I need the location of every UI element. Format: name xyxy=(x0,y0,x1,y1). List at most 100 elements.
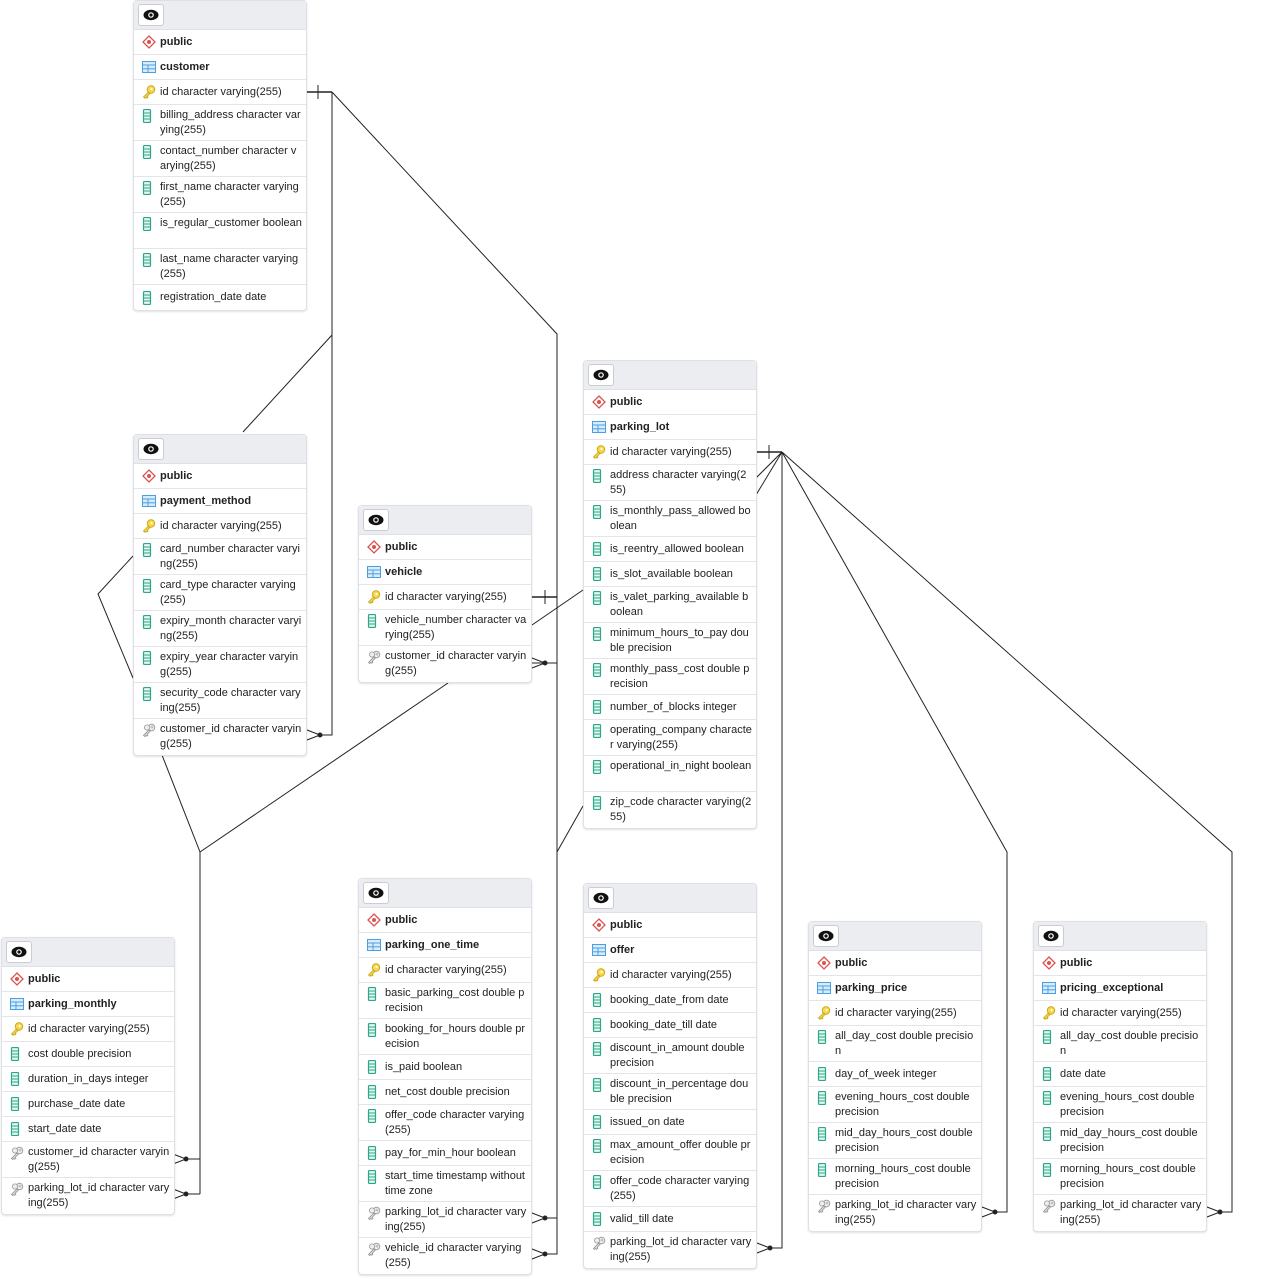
column-row[interactable]: id character varying(255) xyxy=(134,514,306,539)
column-row[interactable]: pay_for_min_hour boolean xyxy=(359,1141,531,1166)
column-row[interactable]: vehicle_number character varying(255) xyxy=(359,610,531,646)
column-row[interactable]: max_amount_offer double precision xyxy=(584,1135,756,1171)
column-row[interactable]: is_slot_available boolean xyxy=(584,562,756,587)
many-marker-pricing-exceptional xyxy=(1206,1206,1222,1218)
column-row[interactable]: is_regular_customer boolean xyxy=(134,213,306,249)
column-row[interactable]: first_name character varying(255) xyxy=(134,177,306,213)
column-row[interactable]: evening_hours_cost double precision xyxy=(1034,1087,1206,1123)
column-row[interactable]: net_cost double precision xyxy=(359,1080,531,1105)
column-row[interactable]: id character varying(255) xyxy=(809,1001,981,1026)
column-row[interactable]: id character varying(255) xyxy=(359,585,531,610)
column-row[interactable]: operating_company character varying(255) xyxy=(584,720,756,756)
column-row[interactable]: discount_in_amount double precision xyxy=(584,1038,756,1074)
link-customer-branch xyxy=(242,334,333,433)
table-payment-method[interactable]: public payment_method id character varyi… xyxy=(133,434,307,756)
eye-icon[interactable] xyxy=(138,4,164,26)
table-parking-one-time[interactable]: public parking_one_time id character var… xyxy=(358,878,532,1275)
column-row[interactable]: parking_lot_id character varying(255) xyxy=(809,1195,981,1231)
table-name: customer xyxy=(160,60,210,73)
column-text: number_of_blocks integer xyxy=(610,700,737,713)
column-row[interactable]: card_type character varying(255) xyxy=(134,575,306,611)
column-row[interactable]: duration_in_days integer xyxy=(2,1067,174,1092)
table-vehicle[interactable]: public vehicle id character varying(255)… xyxy=(358,505,532,683)
column-row[interactable]: all_day_cost double precision xyxy=(1034,1026,1206,1062)
schema-name: public xyxy=(385,913,418,926)
table-parking-lot[interactable]: public parking_lot id character varying(… xyxy=(583,360,757,829)
column-row[interactable]: basic_parking_cost double precision xyxy=(359,983,531,1019)
column-row[interactable]: customer_id character varying(255) xyxy=(2,1142,174,1178)
column-row[interactable]: offer_code character varying(255) xyxy=(584,1171,756,1207)
column-row[interactable]: offer_code character varying(255) xyxy=(359,1105,531,1141)
column-row[interactable]: all_day_cost double precision xyxy=(809,1026,981,1062)
column-row[interactable]: issued_on date xyxy=(584,1110,756,1135)
column-row[interactable]: vehicle_id character varying(255) xyxy=(359,1238,531,1274)
eye-icon[interactable] xyxy=(363,882,389,904)
column-row[interactable]: id character varying(255) xyxy=(584,963,756,988)
column-row[interactable]: mid_day_hours_cost double precision xyxy=(1034,1123,1206,1159)
column-row[interactable]: mid_day_hours_cost double precision xyxy=(809,1123,981,1159)
column-row[interactable]: zip_code character varying(255) xyxy=(584,792,756,828)
column-row[interactable]: registration_date date xyxy=(134,285,306,310)
column-row[interactable]: date date xyxy=(1034,1062,1206,1087)
column-row[interactable]: id character varying(255) xyxy=(1034,1001,1206,1026)
column-row[interactable]: is_monthly_pass_allowed boolean xyxy=(584,501,756,537)
column-row[interactable]: customer_id character varying(255) xyxy=(134,719,306,755)
column-row[interactable]: is_reentry_allowed boolean xyxy=(584,537,756,562)
eye-icon[interactable] xyxy=(588,887,614,909)
column-row[interactable]: billing_address character varying(255) xyxy=(134,105,306,141)
column-row[interactable]: day_of_week integer xyxy=(809,1062,981,1087)
column-text: date date xyxy=(1060,1067,1106,1080)
link-lot-branch-a xyxy=(755,451,783,479)
column-row[interactable]: cost double precision xyxy=(2,1042,174,1067)
table-header xyxy=(584,361,756,390)
column-text: valid_till date xyxy=(610,1212,674,1225)
column-row[interactable]: parking_lot_id character varying(255) xyxy=(1034,1195,1206,1231)
column-row[interactable]: start_date date xyxy=(2,1117,174,1142)
column-row[interactable]: discount_in_percentage double precision xyxy=(584,1074,756,1110)
column-row[interactable]: booking_date_from date xyxy=(584,988,756,1013)
column-row[interactable]: is_paid boolean xyxy=(359,1055,531,1080)
column-row[interactable]: evening_hours_cost double precision xyxy=(809,1087,981,1123)
eye-icon[interactable] xyxy=(588,364,614,386)
column-row[interactable]: customer_id character varying(255) xyxy=(359,646,531,682)
column-row[interactable]: id character varying(255) xyxy=(2,1017,174,1042)
eye-icon[interactable] xyxy=(138,438,164,460)
foreign-key-icon xyxy=(592,1235,610,1250)
column-row[interactable]: morning_hours_cost double precision xyxy=(1034,1159,1206,1195)
eye-icon[interactable] xyxy=(6,941,32,963)
column-row[interactable]: booking_date_till date xyxy=(584,1013,756,1038)
column-row[interactable]: morning_hours_cost double precision xyxy=(809,1159,981,1195)
column-row[interactable]: expiry_month character varying(255) xyxy=(134,611,306,647)
column-row[interactable]: security_code character varying(255) xyxy=(134,683,306,719)
eye-icon[interactable] xyxy=(1038,925,1064,947)
column-text: id character varying(255) xyxy=(160,519,282,532)
table-pricing-exceptional[interactable]: public pricing_exceptional id character … xyxy=(1033,921,1207,1232)
eye-icon[interactable] xyxy=(813,925,839,947)
column-row[interactable]: contact_number character varying(255) xyxy=(134,141,306,177)
column-row[interactable]: parking_lot_id character varying(255) xyxy=(584,1232,756,1268)
column-row[interactable]: card_number character varying(255) xyxy=(134,539,306,575)
table-parking-price[interactable]: public parking_price id character varyin… xyxy=(808,921,982,1232)
column-row[interactable]: number_of_blocks integer xyxy=(584,695,756,720)
column-row[interactable]: monthly_pass_cost double precision xyxy=(584,659,756,695)
table-parking-monthly[interactable]: public parking_monthly id character vary… xyxy=(1,937,175,1215)
table-customer[interactable]: public customer id character varying(255… xyxy=(133,0,307,311)
column-row[interactable]: expiry_year character varying(255) xyxy=(134,647,306,683)
column-row[interactable]: id character varying(255) xyxy=(134,80,306,105)
column-row[interactable]: start_time timestamp without time zone xyxy=(359,1166,531,1202)
column-row[interactable]: booking_for_hours double precision xyxy=(359,1019,531,1055)
table-offer[interactable]: public offer id character varying(255) b… xyxy=(583,883,757,1269)
column-row[interactable]: valid_till date xyxy=(584,1207,756,1232)
column-icon xyxy=(142,542,160,557)
column-row[interactable]: operational_in_night boolean xyxy=(584,756,756,792)
column-row[interactable]: purchase_date date xyxy=(2,1092,174,1117)
column-row[interactable]: address character varying(255) xyxy=(584,465,756,501)
column-row[interactable]: parking_lot_id character varying(255) xyxy=(359,1202,531,1238)
column-row[interactable]: parking_lot_id character varying(255) xyxy=(2,1178,174,1214)
column-row[interactable]: minimum_hours_to_pay double precision xyxy=(584,623,756,659)
eye-icon[interactable] xyxy=(363,509,389,531)
column-row[interactable]: is_valet_parking_available boolean xyxy=(584,587,756,623)
column-row[interactable]: id character varying(255) xyxy=(584,440,756,465)
column-row[interactable]: id character varying(255) xyxy=(359,958,531,983)
column-row[interactable]: last_name character varying(255) xyxy=(134,249,306,285)
